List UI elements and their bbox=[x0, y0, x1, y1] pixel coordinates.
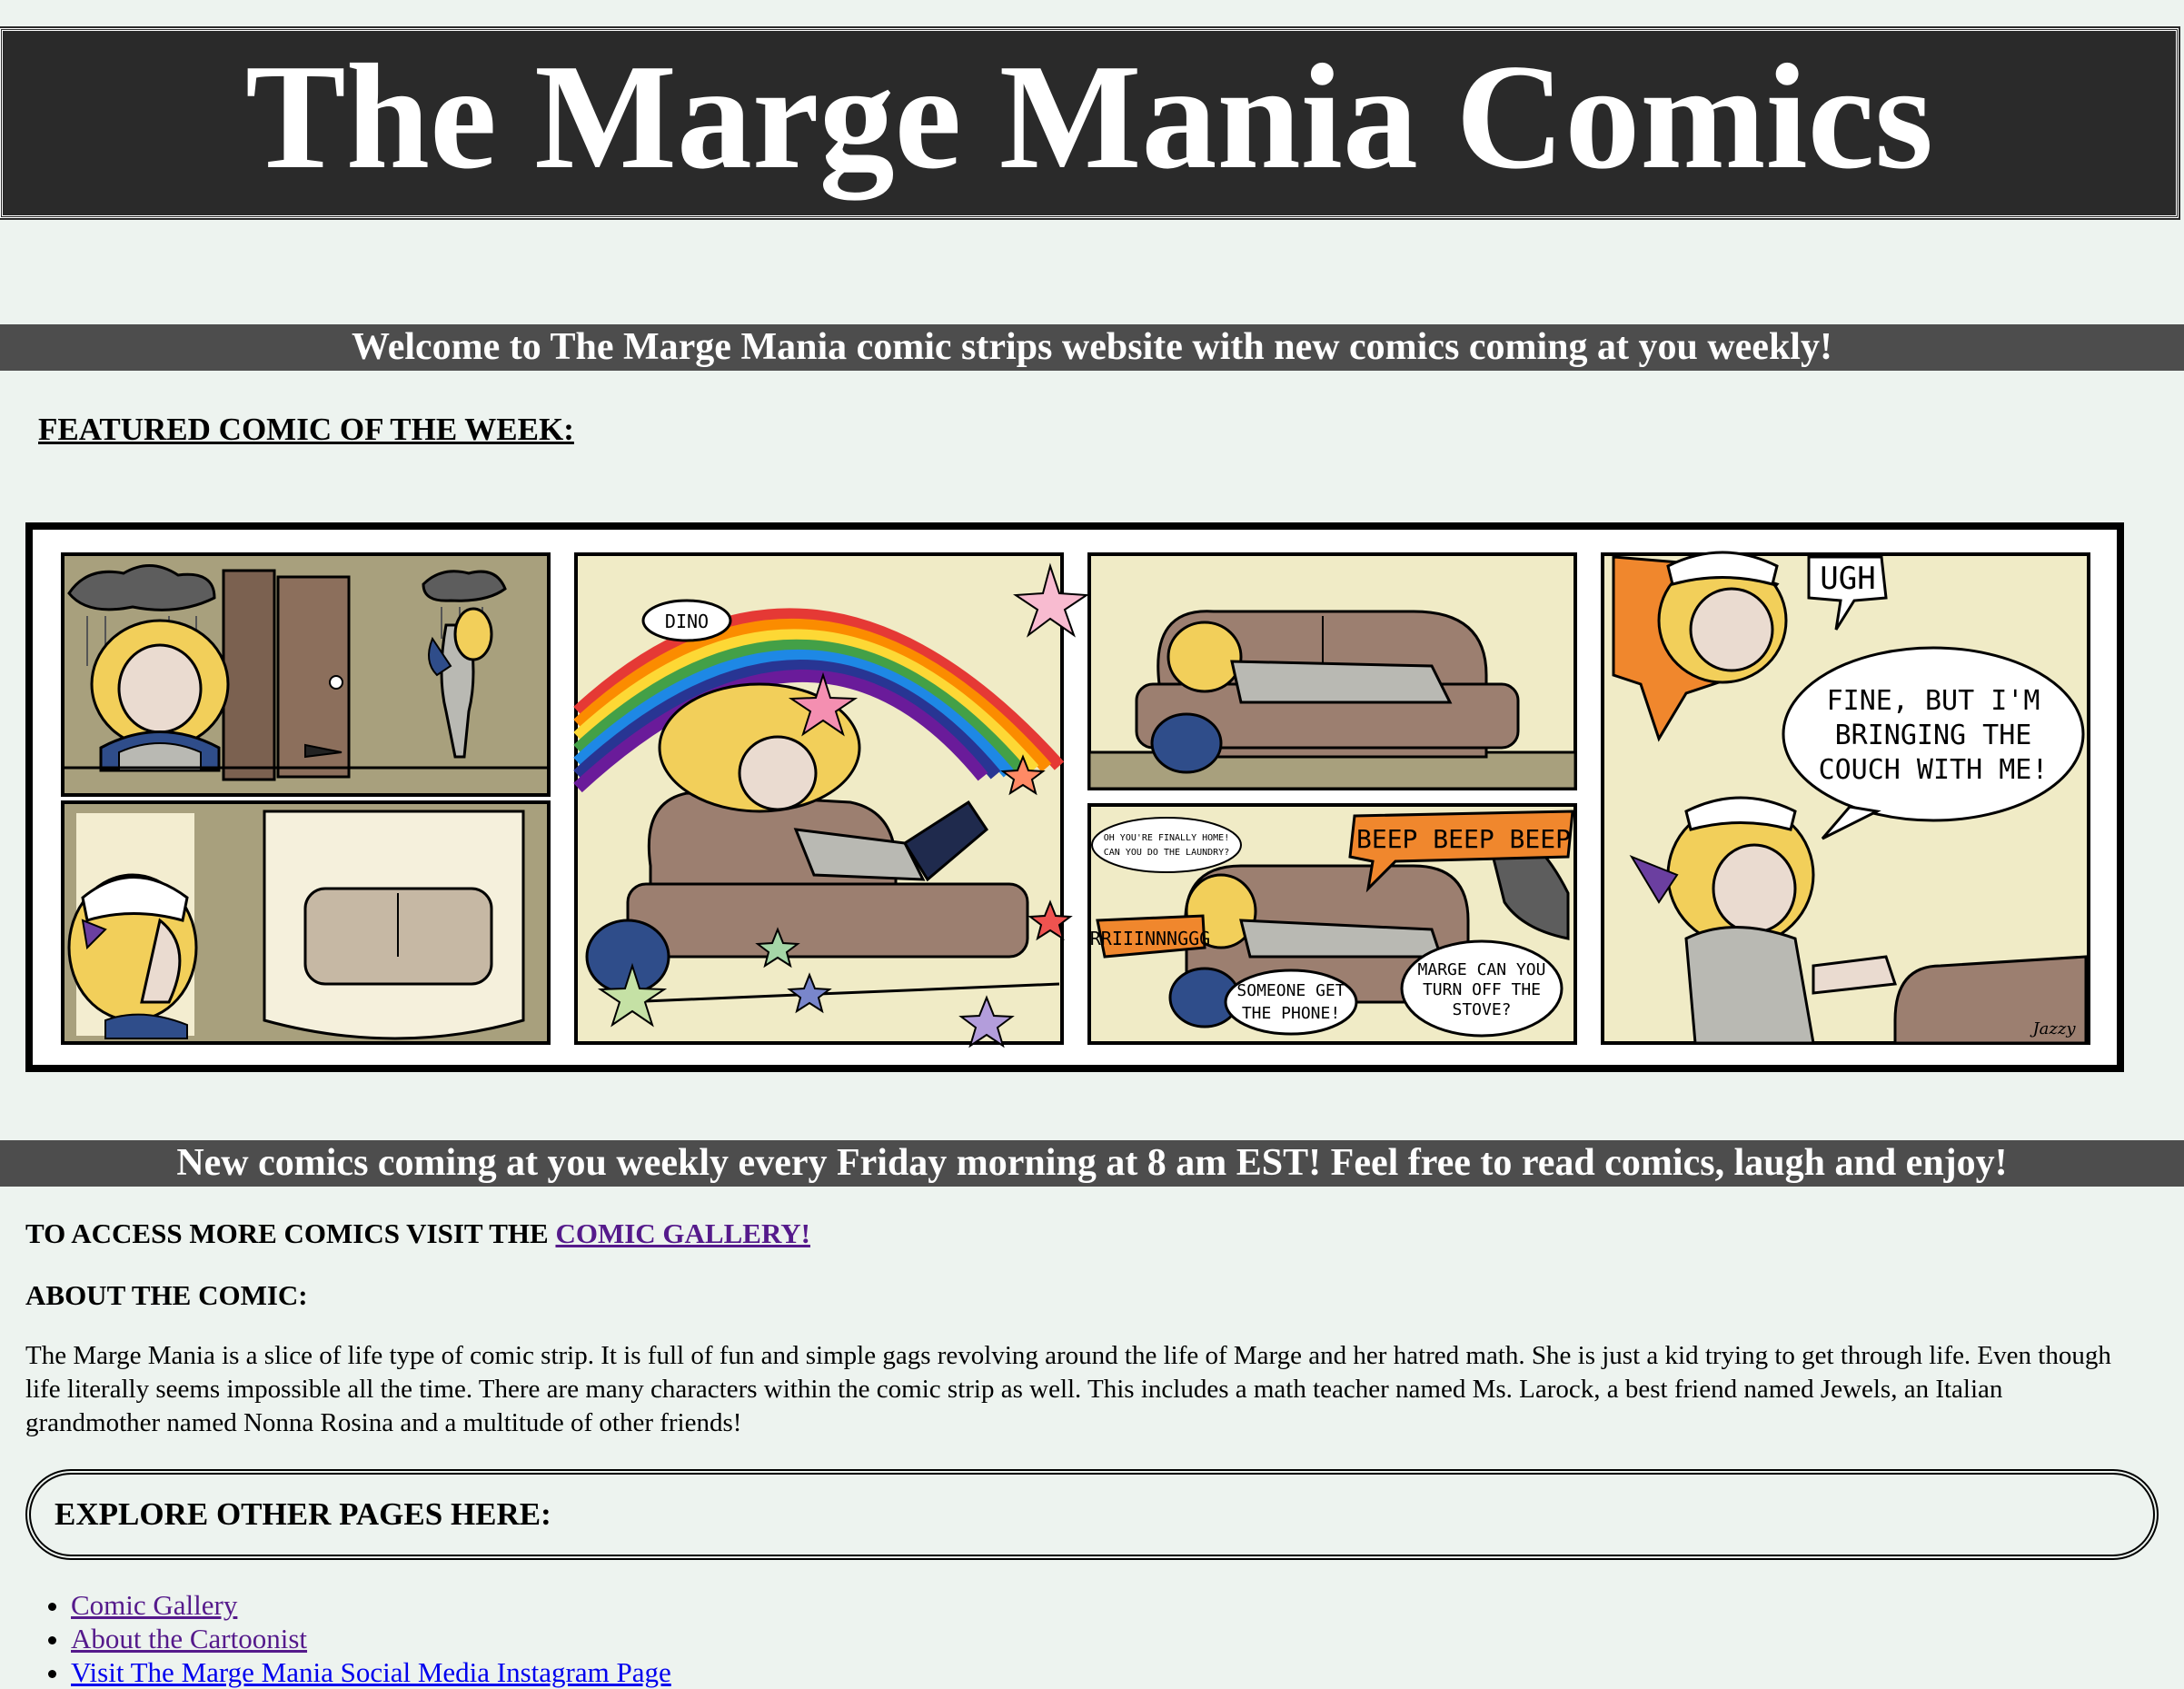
comic-panel-6: UGH FINE, BUT I'M BRINGING THE COUCH WIT… bbox=[1601, 551, 2090, 1045]
list-item: About the Cartoonist bbox=[71, 1622, 671, 1655]
page-links-list: Comic Gallery About the Cartoonist Visit… bbox=[0, 1588, 671, 1689]
site-title: The Marge Mania Comics bbox=[245, 32, 1933, 200]
schedule-banner: New comics coming at you weekly every Fr… bbox=[0, 1140, 2184, 1187]
welcome-banner: Welcome to The Marge Mania comic strips … bbox=[0, 324, 2184, 371]
panel-text-home-2: CAN YOU DO THE LAUNDRY? bbox=[1104, 848, 1229, 858]
access-prefix: TO ACCESS MORE COMICS VISIT THE bbox=[25, 1217, 556, 1249]
comic-panel-3: DINO bbox=[573, 552, 1090, 1048]
about-heading: ABOUT THE COMIC: bbox=[25, 1279, 308, 1311]
artist-signature: Jazzy bbox=[2029, 1019, 2076, 1038]
panel-text-home-1: OH YOU'RE FINALLY HOME! bbox=[1104, 833, 1229, 843]
comic-panel-1 bbox=[61, 552, 551, 797]
access-line: TO ACCESS MORE COMICS VISIT THE COMIC GA… bbox=[25, 1217, 810, 1250]
comic-panel-4 bbox=[1087, 552, 1577, 790]
panel-text-stove-3: STOVE? bbox=[1452, 1000, 1511, 1019]
site-header: The Marge Mania Comics bbox=[0, 26, 2180, 220]
comic-gallery-nav-link[interactable]: Comic Gallery bbox=[71, 1589, 237, 1621]
comic-gallery-link[interactable]: COMIC GALLERY! bbox=[555, 1217, 810, 1249]
featured-comic-strip[interactable]: DINO OH YOU'RE FINALLY HOME! CAN YOU DO … bbox=[25, 522, 2124, 1072]
comic-panel-5: OH YOU'RE FINALLY HOME! CAN YOU DO THE L… bbox=[1087, 803, 1577, 1045]
panel-text-phone-1: SOMEONE GET bbox=[1236, 981, 1345, 1000]
panel-text-fine-3: COUCH WITH ME! bbox=[1819, 754, 2049, 786]
panel-text-beep: BEEP BEEP BEEP bbox=[1356, 824, 1571, 854]
panel-text-ring: RRIIINNNGGG bbox=[1090, 928, 1210, 949]
comic-strip-image: DINO OH YOU'RE FINALLY HOME! CAN YOU DO … bbox=[61, 551, 2090, 1048]
list-item: Comic Gallery bbox=[71, 1588, 671, 1622]
panel-text-phone-2: THE PHONE! bbox=[1242, 1004, 1340, 1023]
explore-box: EXPLORE OTHER PAGES HERE: bbox=[25, 1469, 2159, 1560]
panel-text-fine-2: BRINGING THE bbox=[1835, 720, 2032, 751]
panel-text-fine-1: FINE, BUT I'M bbox=[1827, 685, 2040, 717]
panel-text-ugh: UGH bbox=[1820, 561, 1875, 597]
list-item: Visit The Marge Mania Social Media Insta… bbox=[71, 1655, 671, 1689]
explore-heading: EXPLORE OTHER PAGES HERE: bbox=[55, 1496, 551, 1532]
featured-heading: FEATURED COMIC OF THE WEEK: bbox=[38, 412, 574, 447]
about-paragraph: The Marge Mania is a slice of life type … bbox=[25, 1341, 2111, 1437]
panel-text-stove-1: MARGE CAN YOU bbox=[1418, 960, 1546, 979]
about-cartoonist-link[interactable]: About the Cartoonist bbox=[71, 1623, 307, 1654]
panel-text-dino: DINO bbox=[665, 611, 709, 632]
panel-text-stove-2: TURN OFF THE bbox=[1423, 980, 1541, 999]
instagram-link[interactable]: Visit The Marge Mania Social Media Insta… bbox=[71, 1656, 671, 1688]
comic-panel-2 bbox=[61, 800, 551, 1045]
